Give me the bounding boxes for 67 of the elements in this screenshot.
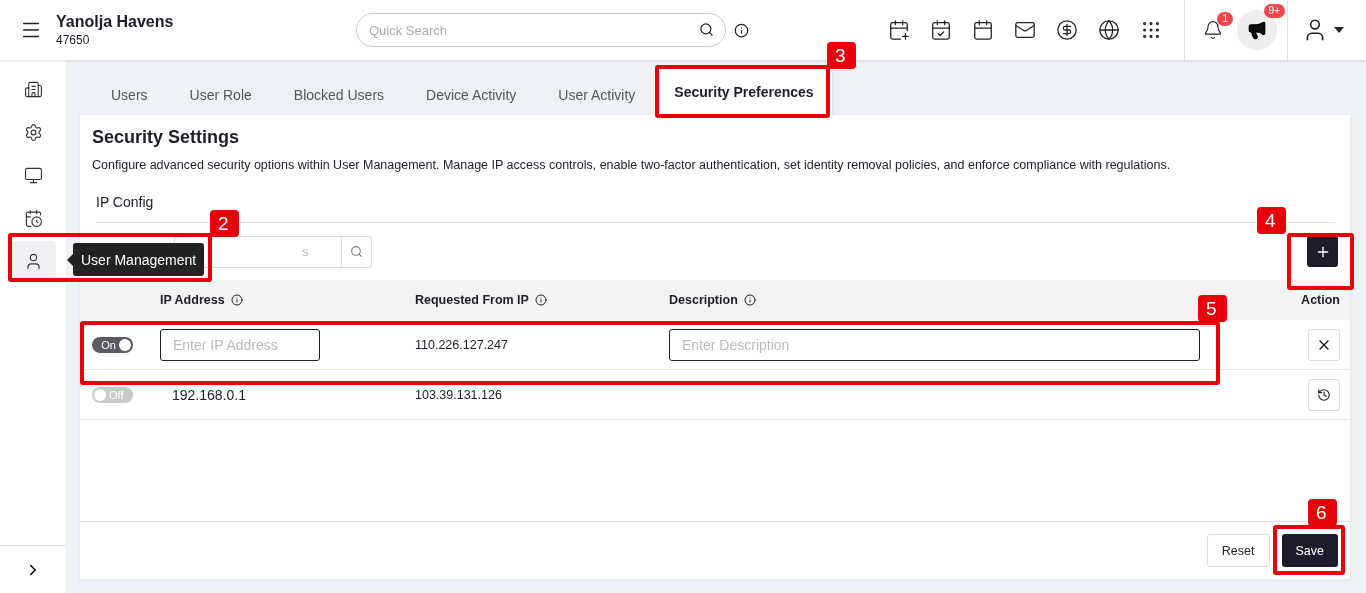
mail-icon [1014, 19, 1036, 41]
add-button[interactable] [1307, 236, 1338, 267]
column-header: Requested From IP [415, 293, 529, 307]
table-cell-text: 192.168.0.1 [171, 386, 247, 403]
info-icon [534, 294, 547, 306]
step-number: 6 [1308, 499, 1337, 526]
search-icon [350, 245, 363, 258]
history-button[interactable] [1308, 378, 1340, 411]
description-field[interactable]: Enter Description [669, 328, 1200, 361]
notification-count: 1 [1217, 12, 1233, 26]
table-cell-text: 110.226.127.247 [414, 337, 509, 352]
settings-icon [23, 122, 43, 142]
save-button[interactable]: Save [1281, 534, 1338, 567]
property-code: 47650 [56, 33, 91, 47]
notifications-button[interactable] [1203, 20, 1223, 40]
calendar-clock-icon [23, 208, 43, 228]
step-number: 3 [827, 42, 856, 69]
calendar-plus-button[interactable] [888, 19, 910, 41]
tooltip: User Management [73, 243, 205, 276]
info-button[interactable] [734, 22, 749, 38]
mail-button[interactable] [1014, 19, 1036, 41]
apps-grid-button[interactable] [1140, 19, 1162, 41]
quick-search-field[interactable]: Quick Search [356, 13, 726, 47]
bell-icon [1203, 20, 1223, 40]
remove-button[interactable] [1308, 328, 1340, 361]
monitor-icon [23, 165, 43, 185]
column-header: Description [669, 293, 738, 307]
caret-icon [1334, 27, 1344, 33]
announcement-count: 9+ [1263, 4, 1285, 18]
tab[interactable]: User Activity [537, 75, 657, 115]
history-icon [1317, 387, 1331, 402]
user-nav-item[interactable] [10, 241, 56, 281]
building-icon [23, 79, 43, 99]
tab[interactable]: Users [90, 75, 169, 115]
calendar-icon [972, 19, 994, 41]
megaphone-icon [1247, 20, 1267, 40]
property-name: Yanolja Havens [56, 13, 175, 31]
reset-button[interactable]: Reset [1206, 534, 1270, 567]
table-cell-text: 103.39.131.126 [414, 387, 503, 402]
ip-address-field[interactable]: Enter IP Address [160, 328, 320, 361]
globe-icon [1098, 19, 1120, 41]
card-description: Configure advanced security options within User Management. Manage IP access controls, enable two-factor authentication, set identity removal policies, and enforce compliance with regulations. [92, 158, 1172, 172]
info-icon [734, 22, 749, 38]
step-number: 5 [1198, 295, 1227, 322]
info-icon [230, 294, 243, 306]
calendar-plus-icon [888, 19, 910, 41]
dollar-button[interactable] [1056, 19, 1078, 41]
calendar-check-icon [930, 19, 952, 41]
step-number: 4 [1257, 207, 1286, 234]
highlight-frame [1287, 233, 1354, 290]
tab[interactable]: User Role [168, 75, 273, 115]
dollar-icon [1056, 19, 1078, 41]
tooltip-pointer [67, 253, 73, 266]
calendar-button[interactable] [972, 19, 994, 41]
tab[interactable]: Security Preferences [656, 69, 832, 115]
step-number: 2 [210, 210, 239, 237]
search-icon [699, 22, 714, 37]
tab[interactable]: Device Activity [405, 75, 538, 115]
tab[interactable]: Blocked Users [272, 75, 406, 115]
calendar-check-button[interactable] [930, 19, 952, 41]
toggle-switch[interactable]: On [92, 336, 133, 353]
card-title: Security Settings [92, 127, 241, 148]
column-header: IP Address [160, 293, 225, 307]
info-icon [743, 294, 756, 306]
apps-grid-icon [1140, 19, 1162, 41]
globe-button[interactable] [1098, 19, 1120, 41]
column-header: Action [1301, 293, 1340, 307]
